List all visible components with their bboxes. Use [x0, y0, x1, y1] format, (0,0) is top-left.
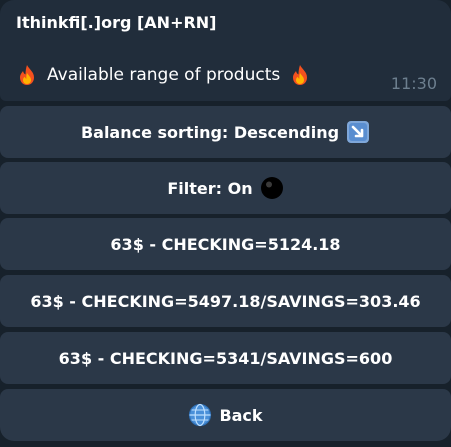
product-label-3: 63$ - CHECKING=5341/SAVINGS=600 [58, 348, 393, 368]
message-time: 11:30 [390, 74, 437, 93]
message-text: Available range of products [47, 65, 281, 85]
product-label-2: 63$ - CHECKING=5497.18/SAVINGS=303.46 [30, 291, 421, 311]
sender-name[interactable]: Ithinkfi[.]org [AN+RN] [16, 13, 217, 32]
product-button-3[interactable]: 63$ - CHECKING=5341/SAVINGS=600 [0, 332, 451, 384]
back-label: Back [219, 405, 263, 425]
product-label-1: 63$ - CHECKING=5124.18 [110, 234, 341, 254]
balance-sorting-label: Balance sorting: Descending [80, 122, 340, 142]
product-button-1[interactable]: 63$ - CHECKING=5124.18 [0, 218, 451, 270]
product-button-2[interactable]: 63$ - CHECKING=5497.18/SAVINGS=303.46 [0, 275, 451, 327]
balance-sorting-button[interactable]: Balance sorting: Descending [0, 106, 451, 158]
back-button[interactable]: Back [0, 389, 451, 441]
filter-button[interactable]: Filter: On [0, 162, 451, 214]
fire-icon [289, 64, 311, 86]
filter-label: Filter: On [167, 178, 253, 198]
globe-icon [188, 403, 212, 427]
arrow-down-right-icon [346, 120, 370, 144]
message-text-row: Available range of products [16, 64, 311, 86]
message-bubble: Ithinkfi[.]org [AN+RN] Available range o… [0, 0, 451, 101]
black-circle-icon [260, 176, 284, 200]
fire-icon [16, 64, 38, 86]
